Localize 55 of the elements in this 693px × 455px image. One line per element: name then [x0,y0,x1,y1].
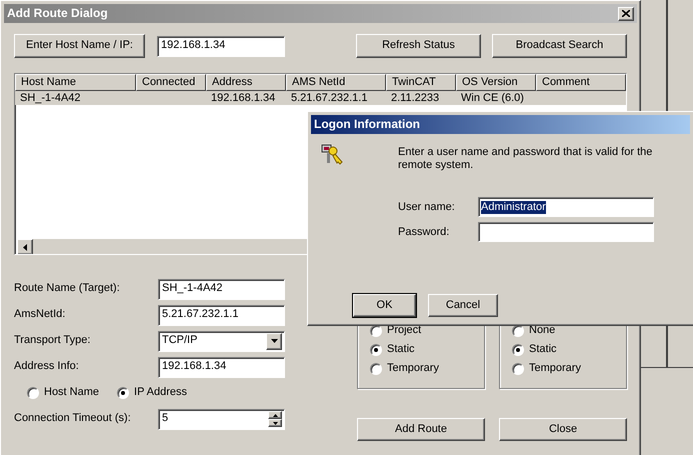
text-field[interactable]: 5.21.67.232.1.1 [158,304,285,326]
radio-button[interactable]: IP Address [117,386,188,400]
radio-button[interactable]: Static [370,343,484,356]
column-header[interactable]: Connected [136,74,206,91]
caret-icon [270,339,278,343]
close-icon [622,10,630,17]
table-cell-text: 5.21.67.232.1.1 [290,91,368,105]
radio-button[interactable]: Host Name [27,386,100,400]
field-label: Transport Type: [14,334,92,348]
scroll-left-button[interactable] [17,239,33,254]
field-label: Address Info: [14,360,80,374]
text-field[interactable]: SH_-1-4A42 [158,278,285,300]
timeout-spinner[interactable]: 5 [158,408,285,430]
spin-up-button[interactable] [268,411,282,419]
window-title: Add Route Dialog [7,6,108,21]
password-field[interactable] [478,222,654,242]
column-header[interactable]: OS Version [456,74,536,91]
field-label: User name: [398,200,456,214]
up-arrow-icon [272,414,278,416]
broadcast-search-button[interactable]: Broadcast Search [492,34,627,58]
left-arrow-icon [23,244,27,250]
dropdown-arrow-button[interactable] [266,332,282,350]
close-button[interactable] [618,6,634,20]
field-label: Route Name (Target): [14,282,121,296]
message-text: Enter a user name and password that is valid for the remote system. [398,146,654,172]
host-name-button[interactable]: Enter Host Name / IP: [14,34,145,58]
column-header[interactable]: TwinCAT [386,74,456,91]
refresh-status-button[interactable]: Refresh Status [356,34,481,58]
ok-button[interactable]: OK [353,294,416,317]
column-header[interactable]: Address [206,74,286,91]
user-name-field[interactable]: Administrator [478,197,654,218]
column-header[interactable]: Comment [536,74,626,91]
table-cell-text: 192.168.1.34 [210,91,276,105]
host-ip-field[interactable]: 192.168.1.34 [157,36,285,56]
column-header[interactable]: AMS NetId [286,74,386,91]
column-header[interactable]: Host Name [15,74,136,91]
window-title: Logon Information [314,117,420,132]
text-field[interactable]: 192.168.1.34 [158,356,285,378]
radio-button[interactable]: Static [512,343,626,356]
cancel-button[interactable]: Cancel [428,294,498,317]
key-icon [321,143,345,167]
add-route-button[interactable]: Add Route [357,418,485,441]
field-label: Password: [398,226,450,239]
radio-button[interactable]: Temporary [370,362,484,376]
table-cell-text: 2.11.2233 [390,91,440,105]
table-cell-text: SH_-1-4A42 [19,91,82,105]
table-cell-text: Win CE (6.0) [460,91,525,105]
radio-button[interactable]: Temporary [512,362,626,376]
field-label: AmsNetId: [14,308,66,322]
down-arrow-icon [272,422,278,424]
field-label: Connection Timeout (s): [14,412,132,426]
table-row[interactable]: SH_-1-4A42 192.168.1.34 5.21.67.232.1.1 2.11.2233 Win CE (6.0) [15,91,626,105]
spin-down-button[interactable] [268,419,282,427]
close-button[interactable]: Close [499,418,627,441]
transport-dropdown[interactable]: TCP/IP [158,330,285,352]
